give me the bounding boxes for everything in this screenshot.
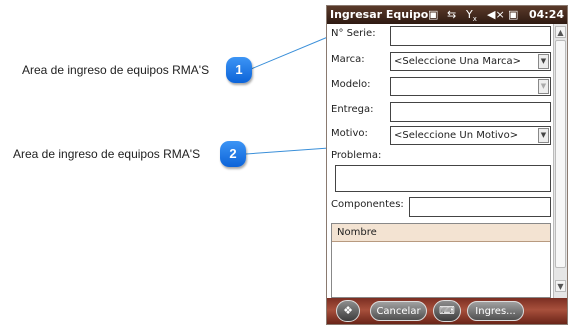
battery-charging-icon[interactable]: ▣ bbox=[508, 6, 518, 24]
vertical-scrollbar[interactable]: ▲ ▼ bbox=[553, 24, 567, 298]
chevron-down-icon[interactable]: ▼ bbox=[538, 54, 549, 69]
marca-label: Marca: bbox=[331, 54, 365, 65]
marca-selected-value: <Seleccione Una Marca> bbox=[394, 56, 521, 67]
marca-select[interactable]: <Seleccione Una Marca> ▼ bbox=[390, 52, 551, 71]
problema-label: Problema: bbox=[331, 150, 382, 161]
volume-muted-icon[interactable]: ◀× bbox=[487, 6, 505, 24]
motivo-select[interactable]: <Seleccione Un Motivo> ▼ bbox=[390, 126, 551, 145]
grid-header-nombre[interactable]: Nombre bbox=[332, 224, 550, 242]
componentes-label: Componentes: bbox=[331, 199, 404, 210]
serie-label: N° Serie: bbox=[331, 28, 376, 39]
notification-icon[interactable]: ▣ bbox=[428, 6, 438, 24]
modelo-select[interactable]: ▼ bbox=[390, 77, 551, 96]
serie-input[interactable] bbox=[390, 26, 551, 46]
sync-icon[interactable]: ⇆ bbox=[447, 6, 456, 24]
title-bar: Ingresar Equipo ▣ ⇆ Yx ◀× ▣ 04:24 bbox=[327, 6, 567, 24]
modelo-label: Modelo: bbox=[331, 79, 371, 90]
ingresar-button[interactable]: Ingres... bbox=[467, 301, 524, 321]
motivo-label: Motivo: bbox=[331, 128, 368, 139]
window-title: Ingresar Equipo bbox=[330, 8, 429, 21]
callout-2-text: Area de ingreso de equipos RMA'S bbox=[13, 147, 201, 161]
components-grid[interactable]: Nombre bbox=[331, 223, 551, 298]
componentes-input[interactable] bbox=[409, 197, 551, 217]
scroll-thumb[interactable] bbox=[555, 40, 566, 268]
entrega-input[interactable] bbox=[390, 102, 551, 122]
cancel-button[interactable]: Cancelar bbox=[370, 301, 427, 321]
callout-1-badge: 1 bbox=[226, 57, 252, 83]
form-area: N° Serie: Marca: <Seleccione Una Marca> … bbox=[327, 24, 553, 298]
chevron-down-icon[interactable]: ▼ bbox=[538, 79, 549, 94]
clock[interactable]: 04:24 bbox=[529, 6, 564, 24]
device-screen: Ingresar Equipo ▣ ⇆ Yx ◀× ▣ 04:24 N° Ser… bbox=[326, 5, 568, 325]
keyboard-icon[interactable]: ⌨ bbox=[433, 300, 461, 322]
scroll-up-icon[interactable]: ▲ bbox=[555, 26, 566, 38]
soft-key-bar: ❖ Cancelar ⌨ Ingres... bbox=[327, 298, 567, 324]
problema-textarea[interactable] bbox=[335, 165, 551, 192]
scroll-down-icon[interactable]: ▼ bbox=[555, 280, 566, 292]
entrega-label: Entrega: bbox=[331, 104, 374, 115]
chevron-down-icon[interactable]: ▼ bbox=[538, 128, 549, 143]
callout-2-badge: 2 bbox=[220, 141, 246, 167]
motivo-selected-value: <Seleccione Un Motivo> bbox=[394, 130, 519, 141]
callout-1-text: Area de ingreso de equipos RMA'S bbox=[22, 63, 210, 77]
windows-start-icon[interactable]: ❖ bbox=[336, 300, 360, 322]
